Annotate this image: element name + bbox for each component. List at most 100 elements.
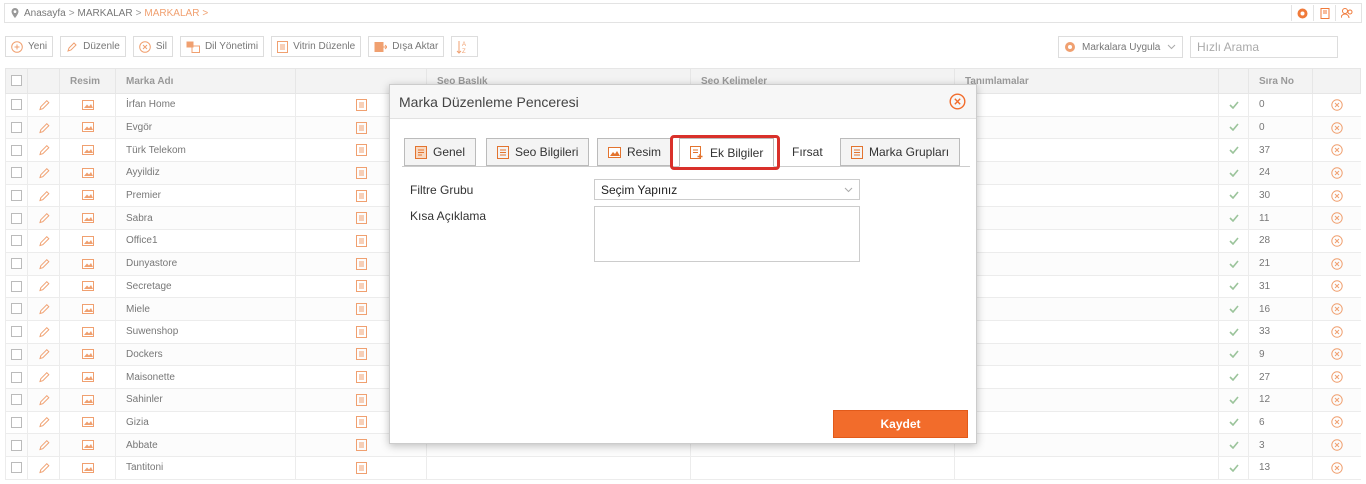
cell-edit[interactable] — [27, 116, 60, 140]
sort-button[interactable]: AZ — [451, 36, 479, 57]
list-icon[interactable] — [355, 166, 367, 179]
cell-delete[interactable] — [1312, 388, 1361, 412]
row-checkbox[interactable] — [11, 462, 22, 474]
cell-select[interactable] — [5, 184, 28, 208]
cell-delete[interactable] — [1312, 343, 1361, 367]
short-description-textarea[interactable] — [594, 206, 860, 262]
cell-edit[interactable] — [27, 388, 60, 412]
cell-delete[interactable] — [1312, 275, 1361, 299]
cell-delete[interactable] — [1312, 411, 1361, 435]
breadcrumb-home[interactable]: Anasayfa — [24, 8, 66, 19]
cell-select[interactable] — [5, 388, 28, 412]
quick-search-input[interactable] — [1190, 36, 1338, 58]
select-all-header[interactable] — [5, 68, 28, 94]
tab-seo-bilgileri[interactable]: Seo Bilgileri — [486, 138, 590, 166]
cell-select[interactable] — [5, 229, 28, 253]
pencil-icon[interactable] — [38, 462, 50, 474]
list-icon[interactable] — [355, 393, 367, 406]
cell-delete[interactable] — [1312, 433, 1361, 457]
row-checkbox[interactable] — [11, 212, 22, 224]
tab-resim[interactable]: Resim — [597, 138, 673, 166]
row-checkbox[interactable] — [11, 326, 22, 338]
cell-edit[interactable] — [27, 229, 60, 253]
pencil-icon[interactable] — [38, 212, 50, 224]
cell-select[interactable] — [5, 138, 28, 163]
cell-delete[interactable] — [1312, 456, 1361, 480]
cell-select[interactable] — [5, 365, 28, 389]
delete-x-icon[interactable] — [1331, 235, 1343, 247]
cell-select[interactable] — [5, 320, 28, 344]
row-checkbox[interactable] — [11, 416, 22, 428]
tab-marka-gruplari[interactable]: Marka Grupları — [840, 138, 961, 166]
row-checkbox[interactable] — [11, 394, 22, 406]
row-checkbox[interactable] — [11, 190, 22, 202]
record-button[interactable] — [1291, 5, 1313, 21]
cell-edit[interactable] — [27, 365, 60, 389]
cell-delete[interactable] — [1312, 206, 1361, 231]
pencil-icon[interactable] — [38, 439, 50, 451]
header-brand-name[interactable]: Marka Adı — [115, 68, 296, 94]
row-checkbox[interactable] — [11, 303, 22, 315]
cell-detail[interactable] — [295, 456, 427, 480]
header-order-no[interactable]: Sıra No — [1248, 68, 1313, 94]
row-checkbox[interactable] — [11, 99, 22, 111]
pencil-icon[interactable] — [38, 416, 50, 428]
delete-x-icon[interactable] — [1331, 326, 1343, 338]
pencil-icon[interactable] — [38, 258, 50, 270]
cell-select[interactable] — [5, 206, 28, 231]
pencil-icon[interactable] — [38, 348, 50, 360]
delete-x-icon[interactable] — [1331, 280, 1343, 293]
cell-edit[interactable] — [27, 206, 60, 231]
delete-x-icon[interactable] — [1331, 303, 1343, 315]
cell-select[interactable] — [5, 252, 28, 276]
cell-edit[interactable] — [27, 343, 60, 367]
cell-select[interactable] — [5, 275, 28, 299]
cell-delete[interactable] — [1312, 252, 1361, 276]
cell-delete[interactable] — [1312, 320, 1361, 344]
cell-delete[interactable] — [1312, 93, 1361, 117]
list-icon[interactable] — [355, 98, 367, 111]
tab-genel[interactable]: Genel — [404, 138, 477, 166]
pencil-icon[interactable] — [38, 122, 50, 134]
cell-edit[interactable] — [27, 161, 60, 185]
list-icon[interactable] — [355, 280, 367, 293]
cell-select[interactable] — [5, 456, 28, 480]
row-checkbox[interactable] — [11, 167, 22, 179]
delete-x-icon[interactable] — [1331, 416, 1343, 429]
list-icon[interactable] — [355, 303, 367, 316]
delete-x-icon[interactable] — [1331, 212, 1343, 224]
pencil-icon[interactable] — [38, 99, 50, 111]
bookmark-button[interactable] — [1313, 5, 1335, 21]
cell-select[interactable] — [5, 93, 28, 117]
cell-delete[interactable] — [1312, 184, 1361, 208]
delete-x-icon[interactable] — [1331, 99, 1343, 111]
cell-select[interactable] — [5, 161, 28, 185]
cell-edit[interactable] — [27, 184, 60, 208]
cell-edit[interactable] — [27, 93, 60, 117]
language-management-button[interactable]: Dil Yönetimi — [179, 36, 265, 57]
cell-edit[interactable] — [27, 275, 60, 299]
pencil-icon[interactable] — [38, 280, 50, 292]
pencil-icon[interactable] — [38, 303, 50, 315]
list-icon[interactable] — [355, 257, 367, 270]
row-checkbox[interactable] — [11, 235, 22, 247]
delete-x-icon[interactable] — [1331, 348, 1343, 361]
pencil-icon[interactable] — [38, 394, 50, 406]
delete-x-icon[interactable] — [1331, 394, 1343, 406]
row-checkbox[interactable] — [11, 371, 22, 383]
cell-delete[interactable] — [1312, 297, 1361, 321]
delete-x-icon[interactable] — [1331, 121, 1343, 134]
row-checkbox[interactable] — [11, 439, 22, 451]
filter-group-select[interactable]: Seçim Yapınız — [594, 179, 860, 200]
list-icon[interactable] — [355, 212, 367, 225]
header-definitions[interactable]: Tanımlamalar — [954, 68, 1219, 94]
new-button[interactable]: Yeni — [5, 36, 54, 57]
row-checkbox[interactable] — [11, 144, 22, 156]
cell-edit[interactable] — [27, 433, 60, 457]
cell-delete[interactable] — [1312, 365, 1361, 389]
list-icon[interactable] — [355, 416, 367, 429]
list-icon[interactable] — [355, 234, 367, 247]
pencil-icon[interactable] — [38, 371, 50, 383]
delete-x-icon[interactable] — [1331, 257, 1343, 270]
pencil-icon[interactable] — [38, 190, 50, 202]
